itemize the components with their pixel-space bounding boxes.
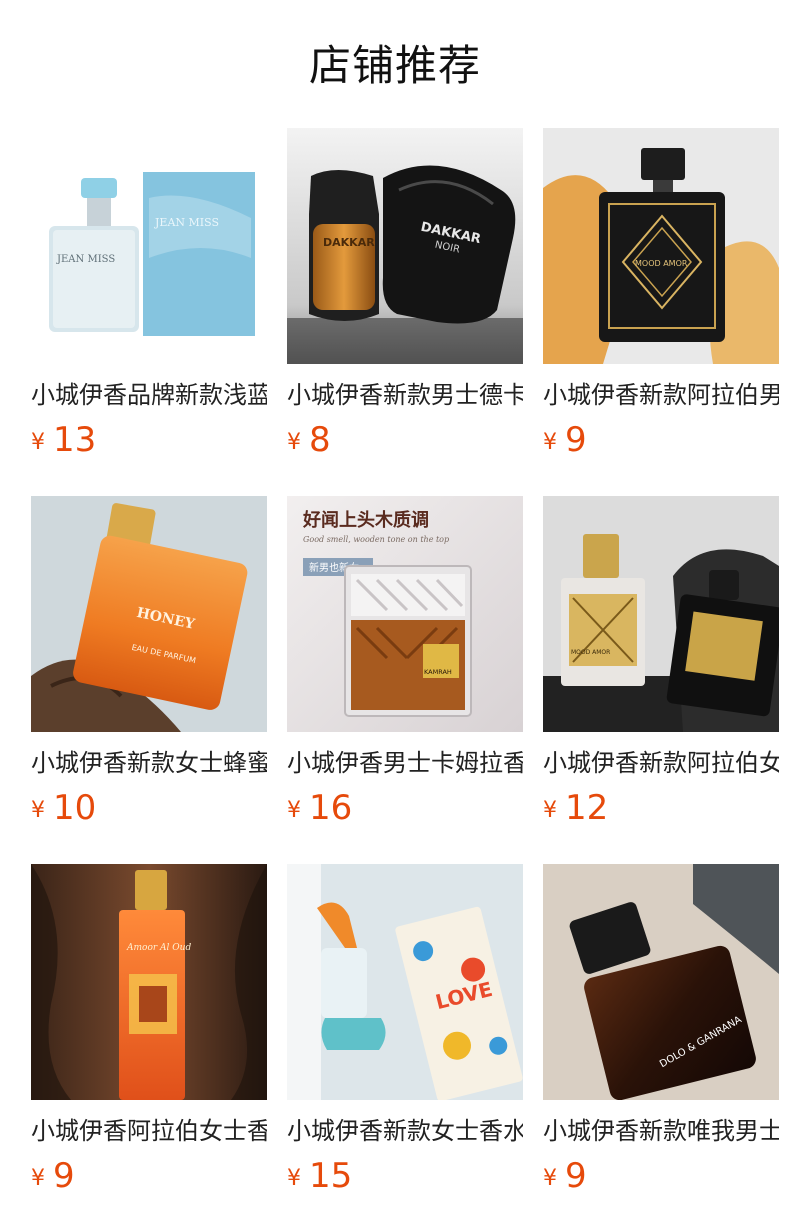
box-brand-text: JEAN MISS — [154, 216, 219, 229]
product-name[interactable]: 小城伊香新款女士蜂蜜香水 — [31, 746, 267, 780]
product-name[interactable]: 小城伊香阿拉伯女士香水 — [31, 1114, 267, 1148]
product-price: ¥16 — [287, 786, 523, 830]
bottle-brand-text: JEAN MISS — [56, 254, 115, 265]
price-value: 9 — [53, 1156, 75, 1196]
price-value: 13 — [53, 420, 97, 460]
product-card[interactable]: JEAN MISS JEAN MISS 小城伊香品牌新款浅蓝男士香水 ¥13 — [31, 128, 267, 464]
product-image[interactable]: JEAN MISS JEAN MISS — [31, 128, 267, 364]
product-price: ¥9 — [543, 1154, 779, 1198]
product-price: ¥15 — [287, 1154, 523, 1198]
price-value: 10 — [53, 788, 97, 828]
amber-arabic-perfume-icon: Amoor Al Oud — [31, 864, 267, 1100]
product-name[interactable]: 小城伊香新款唯我男士香水 — [543, 1114, 779, 1148]
price-value: 15 — [309, 1156, 353, 1196]
amber-bottle-text: DAKKAR — [323, 236, 375, 249]
price-value: 8 — [309, 420, 331, 460]
kamrah-crystal-perfume-icon: 好闻上头木质调 Good smell, wooden tone on the t… — [287, 496, 523, 732]
price-value: 16 — [309, 788, 353, 828]
product-grid: JEAN MISS JEAN MISS 小城伊香品牌新款浅蓝男士香水 ¥13 — [31, 128, 790, 1200]
product-price: ¥8 — [287, 418, 523, 462]
product-image[interactable]: LOVE — [287, 864, 523, 1100]
black-gold-arabic-perfume-icon: MOOD AMOR — [543, 128, 779, 364]
product-image[interactable]: Amoor Al Oud — [31, 864, 267, 1100]
product-card[interactable]: LOVE 小城伊香新款女士香水 ¥15 — [287, 864, 523, 1200]
product-image[interactable]: MOOD AMOR — [543, 496, 779, 732]
currency-symbol: ¥ — [31, 798, 45, 823]
product-name[interactable]: 小城伊香新款阿拉伯男士香水 — [543, 378, 779, 412]
product-card[interactable]: DAKKAR DAKKAR NOIR 小城伊香新款男士德卡尔香水 ¥8 — [287, 128, 523, 464]
currency-symbol: ¥ — [31, 1166, 45, 1191]
product-price: ¥10 — [31, 786, 267, 830]
price-value: 9 — [565, 1156, 587, 1196]
love-blue-perfume-with-box-icon: LOVE — [287, 864, 523, 1100]
bottle-label-text: MOOD AMOR — [571, 649, 610, 656]
currency-symbol: ¥ — [287, 798, 301, 823]
product-card[interactable]: MOOD AMOR 小城伊香新款阿拉伯女士香水 ¥12 — [543, 496, 779, 832]
currency-symbol: ¥ — [543, 1166, 557, 1191]
product-image[interactable]: DOLO & GANRANA — [543, 864, 779, 1100]
honey-orange-perfume-icon: HONEY EAU DE PARFUM — [31, 496, 267, 732]
product-image[interactable]: MOOD AMOR — [543, 128, 779, 364]
product-image[interactable]: DAKKAR DAKKAR NOIR — [287, 128, 523, 364]
product-card[interactable]: 好闻上头木质调 Good smell, wooden tone on the t… — [287, 496, 523, 832]
currency-symbol: ¥ — [287, 430, 301, 455]
currency-symbol: ¥ — [543, 798, 557, 823]
currency-symbol: ¥ — [543, 430, 557, 455]
bottle-label-text: MOOD AMOR — [635, 259, 688, 268]
product-image[interactable]: 好闻上头木质调 Good smell, wooden tone on the t… — [287, 496, 523, 732]
product-name[interactable]: 小城伊香新款男士德卡尔香水 — [287, 378, 523, 412]
product-name[interactable]: 小城伊香新款女士香水 — [287, 1114, 523, 1148]
blue-perfume-bottle-with-box-icon: JEAN MISS JEAN MISS — [31, 128, 267, 364]
product-name[interactable]: 小城伊香品牌新款浅蓝男士香水 — [31, 378, 267, 412]
product-price: ¥13 — [31, 418, 267, 462]
price-value: 12 — [565, 788, 609, 828]
bottle-label-text: KAMRAH — [424, 668, 452, 676]
product-price: ¥9 — [31, 1154, 267, 1198]
dakkar-noir-perfume-bottles-icon: DAKKAR DAKKAR NOIR — [287, 128, 523, 364]
page-title: 店铺推荐 — [308, 41, 481, 90]
currency-symbol: ¥ — [31, 430, 45, 455]
product-card[interactable]: HONEY EAU DE PARFUM 小城伊香新款女士蜂蜜香水 ¥10 — [31, 496, 267, 832]
price-value: 9 — [565, 420, 587, 460]
product-card[interactable]: DOLO & GANRANA 小城伊香新款唯我男士香水 ¥9 — [543, 864, 779, 1200]
dolo-ganrana-dark-perfume-icon: DOLO & GANRANA — [543, 864, 779, 1100]
white-black-gold-perfume-pair-icon: MOOD AMOR — [543, 496, 779, 732]
store-recommendation-page: 店铺推荐 JEAN MISS JEAN MISS 小城伊香品牌新款浅蓝男士香水 — [0, 0, 790, 1232]
ad-tagline-text: Good smell, wooden tone on the top — [303, 535, 449, 544]
product-card[interactable]: MOOD AMOR 小城伊香新款阿拉伯男士香水 ¥9 — [543, 128, 779, 464]
bottle-label-text: Amoor Al Oud — [126, 943, 191, 953]
product-price: ¥12 — [543, 786, 779, 830]
ad-headline-text: 好闻上头木质调 — [302, 509, 429, 531]
product-card[interactable]: Amoor Al Oud 小城伊香阿拉伯女士香水 ¥9 — [31, 864, 267, 1200]
product-name[interactable]: 小城伊香男士卡姆拉香水 — [287, 746, 523, 780]
product-price: ¥9 — [543, 418, 779, 462]
currency-symbol: ¥ — [287, 1166, 301, 1191]
product-name[interactable]: 小城伊香新款阿拉伯女士香水 — [543, 746, 779, 780]
product-image[interactable]: HONEY EAU DE PARFUM — [31, 496, 267, 732]
